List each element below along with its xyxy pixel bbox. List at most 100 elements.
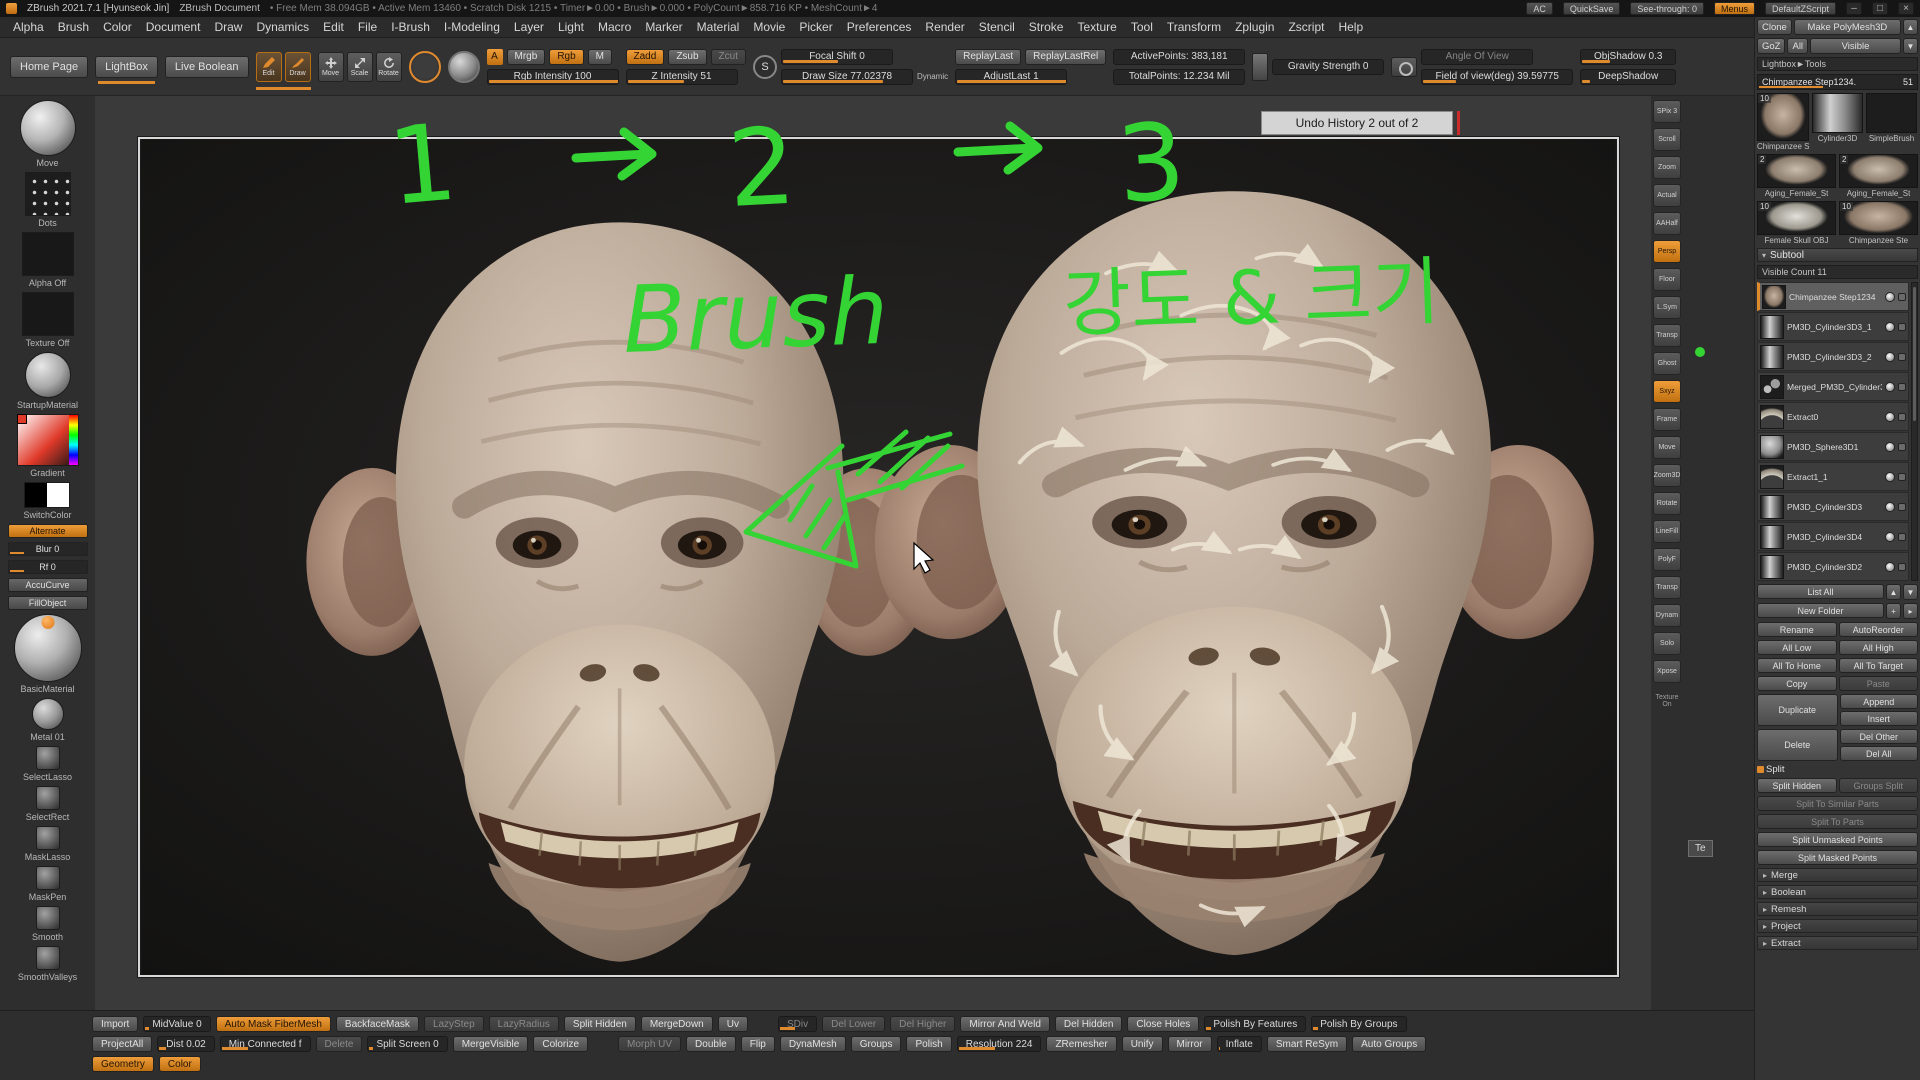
subtool-item[interactable]: PM3D_Cylinder3D3 — [1757, 492, 1909, 521]
lightbox-tools-bar[interactable]: Lightbox►Tools — [1757, 57, 1918, 71]
menu-item[interactable]: Document — [139, 17, 208, 37]
menu-item[interactable]: Material — [690, 17, 747, 37]
menu-item[interactable]: Edit — [316, 17, 351, 37]
right-shelf-button[interactable]: LineFill — [1653, 520, 1681, 543]
bottom-control[interactable]: Del Higher — [890, 1016, 955, 1032]
subtool-section-header[interactable]: ▾ Subtool — [1757, 248, 1918, 262]
shelf-item[interactable]: StartupMaterial — [17, 352, 78, 410]
polypaint-toggle-icon[interactable] — [1898, 533, 1906, 541]
draw-size-dial-icon[interactable] — [409, 51, 441, 83]
visibility-eye-icon[interactable] — [1885, 502, 1895, 512]
stroke-s-icon[interactable]: S — [753, 55, 777, 79]
scrollbar-thumb[interactable] — [1913, 287, 1916, 421]
menu-item[interactable]: Picker — [792, 17, 839, 37]
bottom-control[interactable]: BackfaceMask — [336, 1016, 419, 1032]
right-shelf-button[interactable]: Texture On — [1653, 688, 1681, 714]
subtool-scrollbar[interactable] — [1911, 282, 1918, 581]
shelf-item[interactable]: Alpha Off — [22, 232, 74, 288]
subtool-item[interactable]: PM3D_Sphere3D1 — [1757, 432, 1909, 461]
subtool-item[interactable]: Merged_PM3D_Cylinder3D5 — [1757, 372, 1909, 401]
quicksave-button[interactable]: QuickSave — [1563, 2, 1621, 15]
minimize-icon[interactable]: – — [1846, 2, 1862, 15]
paste-button[interactable]: Paste — [1839, 676, 1919, 691]
split-unmasked-points-button[interactable]: Split Unmasked Points — [1757, 832, 1918, 847]
all-high-button[interactable]: All High — [1839, 640, 1919, 655]
polypaint-toggle-icon[interactable] — [1898, 443, 1906, 451]
shelf-item[interactable]: FillObject — [8, 596, 88, 610]
draw-size-slider[interactable]: Draw Size 77.02378 — [781, 69, 913, 85]
menu-item[interactable]: Color — [96, 17, 139, 37]
zcut-button[interactable]: Zcut — [711, 49, 746, 65]
right-shelf-button[interactable]: PolyF — [1653, 548, 1681, 571]
menu-item[interactable]: Draw — [207, 17, 249, 37]
split-to-similar-parts-button[interactable]: Split To Similar Parts — [1757, 796, 1918, 811]
subtool-item[interactable]: PM3D_Cylinder3D4 — [1757, 522, 1909, 551]
bottom-control[interactable]: Resolution 224 — [957, 1036, 1042, 1052]
bottom-control[interactable]: Dist 0.02 — [157, 1036, 214, 1052]
subtool-item[interactable]: Extract1_1 — [1757, 462, 1909, 491]
right-shelf-button[interactable]: SPix 3 — [1653, 100, 1681, 123]
visibility-eye-icon[interactable] — [1885, 322, 1895, 332]
scale-button[interactable]: Scale — [347, 52, 373, 82]
rgb-button[interactable]: Rgb — [549, 49, 583, 65]
goz-button[interactable]: GoZ — [1757, 38, 1785, 54]
focal-shift-slider[interactable]: Focal Shift 0 — [781, 49, 893, 65]
right-shelf-button[interactable]: AAHalf — [1653, 212, 1681, 235]
bottom-control[interactable]: Double — [686, 1036, 736, 1052]
tool-thumbnail-item[interactable]: 10 Chimpanzee Ste — [1839, 201, 1918, 245]
panel-up-icon[interactable]: ▲ — [1903, 19, 1918, 35]
del-other-button[interactable]: Del Other — [1840, 729, 1919, 744]
shelf-item[interactable]: SelectRect — [26, 786, 70, 822]
bottom-control[interactable]: Import — [92, 1016, 138, 1032]
split-to-parts-button[interactable]: Split To Parts — [1757, 814, 1918, 829]
m-button[interactable]: M — [588, 49, 612, 65]
polypaint-toggle-icon[interactable] — [1898, 503, 1906, 511]
bottom-control[interactable]: Polish By Groups — [1311, 1016, 1406, 1032]
bottom-control[interactable]: Split Screen 0 — [367, 1036, 447, 1052]
polypaint-toggle-icon[interactable] — [1898, 413, 1906, 421]
camera-icon[interactable] — [1391, 57, 1417, 77]
close-icon[interactable]: × — [1898, 2, 1914, 15]
palette-section-header[interactable]: ▸ Merge — [1757, 868, 1918, 882]
right-shelf-button[interactable]: Rotate — [1653, 492, 1681, 515]
material-sphere-icon[interactable] — [448, 51, 480, 83]
bottom-control[interactable]: ZRemesher — [1046, 1036, 1116, 1052]
right-shelf-button[interactable]: Zoom3D — [1653, 464, 1681, 487]
shelf-item[interactable]: SelectLasso — [23, 746, 72, 782]
visibility-eye-icon[interactable] — [1885, 532, 1895, 542]
draw-button[interactable]: Draw — [285, 52, 311, 82]
shelf-item[interactable]: SmoothValleys — [18, 946, 77, 982]
visible-count-slider[interactable]: Visible Count 11 — [1757, 265, 1918, 279]
bottom-control[interactable]: Polish By Features — [1204, 1016, 1306, 1032]
right-shelf-button[interactable]: Transp — [1653, 576, 1681, 599]
bottom-control[interactable]: Unify — [1122, 1036, 1163, 1052]
right-shelf-button[interactable]: Ghost — [1653, 352, 1681, 375]
tool-thumbnail-item[interactable]: 2 Aging_Female_St — [1839, 154, 1918, 198]
shelf-item[interactable]: Blur 0 — [8, 542, 88, 556]
gravity-icon[interactable] — [1252, 53, 1268, 81]
see-through-slider[interactable]: See-through: 0 — [1630, 2, 1704, 15]
bottom-control[interactable]: Delete — [316, 1036, 363, 1052]
rename-button[interactable]: Rename — [1757, 622, 1837, 637]
bottom-control[interactable]: LazyRadius — [489, 1016, 559, 1032]
bottom-control[interactable]: ProjectAll — [92, 1036, 152, 1052]
shelf-item[interactable]: Rf 0 — [8, 560, 88, 574]
bottom-control[interactable]: LazyStep — [424, 1016, 484, 1032]
menu-item[interactable]: File — [351, 17, 384, 37]
subtool-item[interactable]: PM3D_Cylinder3D3_2 — [1757, 342, 1909, 371]
bottom-control[interactable]: SDiv — [778, 1016, 817, 1032]
dynamic-toggle[interactable]: Dynamic — [917, 72, 948, 81]
bottom-control[interactable]: Split Hidden — [564, 1016, 636, 1032]
shelf-item[interactable]: BasicMaterial — [14, 614, 82, 694]
right-shelf-button[interactable]: Zoom — [1653, 156, 1681, 179]
menu-item[interactable]: Zscript — [1281, 17, 1331, 37]
shelf-item[interactable]: Gradient — [17, 414, 79, 478]
tool-thumbnail-item[interactable]: 2 Aging_Female_St — [1757, 154, 1836, 198]
menu-item[interactable]: Stencil — [972, 17, 1022, 37]
right-shelf-button[interactable]: Solo — [1653, 632, 1681, 655]
menu-item[interactable]: Zplugin — [1228, 17, 1281, 37]
visibility-eye-icon[interactable] — [1885, 352, 1895, 362]
undo-history-marker[interactable] — [1457, 111, 1460, 135]
maximize-icon[interactable]: □ — [1872, 2, 1888, 15]
delete-button[interactable]: Delete — [1757, 729, 1838, 761]
